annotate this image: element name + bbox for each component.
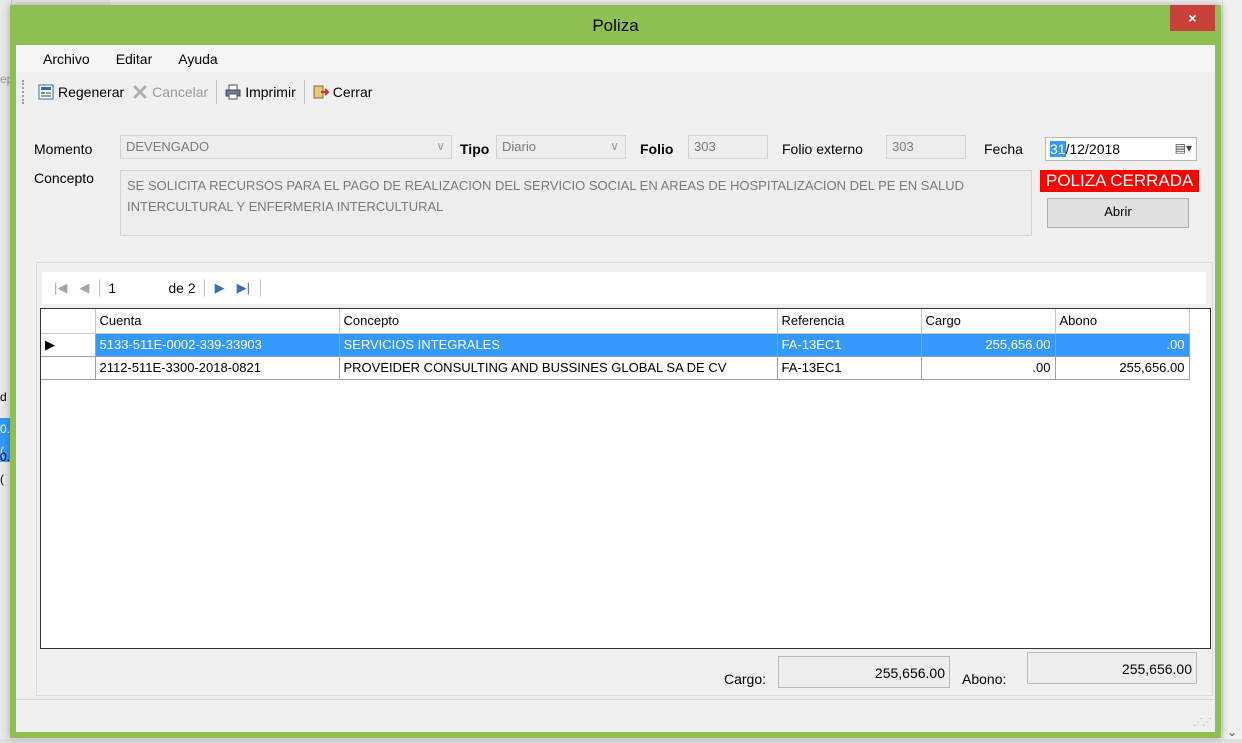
tipo-label: Tipo [460,141,490,157]
current-record-input[interactable]: 1 [104,278,164,298]
background-bottom-edge [0,739,1242,743]
chevron-down-icon[interactable]: ∨ [436,139,445,153]
imprimir-label: Imprimir [245,83,296,100]
folio-externo-field[interactable]: 303 [886,135,966,159]
menu-bar: Archivo Editar Ayuda [16,45,1215,72]
cell-concepto[interactable]: SERVICIOS INTEGRALES [339,333,778,357]
cargo-total-field: 255,656.00 [778,656,950,688]
close-document-icon [313,84,330,100]
cell-abono[interactable]: 255,656.00 [1055,356,1190,380]
table-row[interactable]: 2112-511E-3300-2018-0821 PROVEIDER CONSU… [41,356,1190,380]
folio-field[interactable]: 303 [688,135,768,159]
tipo-value: Diario [502,139,536,154]
row-indicator-icon[interactable]: ▶ [41,333,96,357]
title-bar[interactable]: Poliza × [16,5,1215,45]
status-badge: POLIZA CERRADA [1040,170,1200,192]
abono-total-value: 255,656.00 [1121,661,1192,677]
cancel-icon [132,84,148,100]
fecha-date-picker[interactable]: 31/12/2018 ▤▾ [1045,137,1197,161]
menu-editar[interactable]: Editar [103,51,166,67]
abrir-button[interactable]: Abrir [1047,198,1189,228]
cargo-total-value: 255,656.00 [874,665,945,681]
imprimir-button[interactable]: Imprimir [221,82,300,102]
regenerar-button[interactable]: Regenerar [34,82,128,102]
toolbar-grip[interactable] [22,79,26,104]
folio-externo-label: Folio externo [782,141,863,157]
toolbar: Regenerar Cancelar Imprimir Cerrar [16,72,1215,112]
resize-grip-icon[interactable]: ⋰⋰ [1193,717,1212,728]
column-header-cargo[interactable]: Cargo [921,309,1056,334]
poliza-dialog: Poliza × Archivo Editar Ayuda Regenerar [10,5,1221,738]
poliza-table: Cuenta Concepto Referencia Cargo Abono ▶… [41,309,1190,380]
momento-label: Momento [34,141,93,157]
toolbar-separator [216,79,218,104]
cell-referencia[interactable]: FA-13EC1 [777,356,922,380]
abono-total-field: 255,656.00 [1027,652,1197,684]
menu-ayuda[interactable]: Ayuda [165,51,230,67]
cancelar-label: Cancelar [152,83,209,100]
menu-archivo[interactable]: Archivo [30,51,103,67]
chevron-down-icon[interactable]: ⌄ [1227,725,1237,739]
concepto-textarea[interactable]: SE SOLICITA RECURSOS PARA EL PAGO DE REA… [120,170,1032,236]
column-header-concepto[interactable]: Concepto [339,309,778,334]
poliza-grid[interactable]: Cuenta Concepto Referencia Cargo Abono ▶… [40,308,1211,649]
table-row[interactable]: ▶ 5133-511E-0002-339-33903 SERVICIOS INT… [41,333,1190,357]
close-button[interactable]: × [1170,5,1215,31]
folio-label: Folio [640,141,674,157]
chevron-down-icon[interactable]: ∨ [610,139,619,153]
concepto-value: SE SOLICITA RECURSOS PARA EL PAGO DE REA… [127,178,965,214]
previous-record-icon[interactable]: ◀ [73,280,95,296]
row-header[interactable] [41,356,96,380]
fecha-day-selected: 31 [1050,141,1066,157]
folio-value: 303 [694,139,716,154]
record-count: de 2 [168,280,196,296]
tipo-combobox[interactable]: Diario ∨ [496,135,626,159]
fecha-rest: /12/2018 [1065,141,1121,157]
cerrar-label: Cerrar [332,83,373,100]
first-record-icon[interactable]: |◀ [48,280,73,296]
momento-combobox[interactable]: DEVENGADO ∨ [120,135,452,159]
cell-cuenta[interactable]: 2112-511E-3300-2018-0821 [95,356,340,380]
column-header-cuenta[interactable]: Cuenta [95,309,340,334]
column-header-abono[interactable]: Abono [1055,309,1190,334]
background-scrollbar[interactable]: ⌄ [1222,0,1242,743]
record-navigator: |◀ ◀ 1 de 2 ▶ ▶| [42,272,1206,304]
regenerar-label: Regenerar [58,83,125,100]
cell-referencia[interactable]: FA-13EC1 [777,333,922,357]
cancelar-button[interactable]: Cancelar [128,82,212,102]
cell-cargo[interactable]: .00 [921,356,1056,380]
navigator-separator [260,279,261,297]
cargo-total-label: Cargo: [724,671,767,687]
status-bar: ⋰⋰ [16,699,1215,732]
regenerate-icon [38,84,54,100]
column-header-referencia[interactable]: Referencia [777,309,922,334]
cell-abono[interactable]: .00 [1055,333,1190,357]
close-icon: × [1188,10,1197,26]
dialog-client-area: Archivo Editar Ayuda Regenerar Cancelar [16,45,1215,732]
totals-bar: Cargo: 255,656.00 Abono: 255,656.00 [16,650,1215,698]
navigator-separator [203,279,205,297]
window-title: Poliza [592,16,639,35]
poliza-form: Momento DEVENGADO ∨ Tipo Diario ∨ Folio … [16,112,1215,242]
folio-externo-value: 303 [892,139,914,154]
calendar-icon[interactable]: ▤▾ [1175,141,1192,155]
fecha-label: Fecha [984,141,1023,157]
abono-total-label: Abono: [962,671,1007,687]
concepto-label: Concepto [34,170,94,186]
header-row: Cuenta Concepto Referencia Cargo Abono [41,309,1190,334]
momento-value: DEVENGADO [126,139,210,154]
cerrar-button[interactable]: Cerrar [309,82,377,102]
row-header-corner [41,309,96,334]
toolbar-separator [303,79,305,104]
cell-cuenta[interactable]: 5133-511E-0002-339-33903 [95,333,340,357]
navigator-separator [99,279,101,297]
next-record-icon[interactable]: ▶ [209,280,231,296]
printer-icon [225,84,241,100]
cell-cargo[interactable]: 255,656.00 [921,333,1056,357]
last-record-icon[interactable]: ▶| [231,280,256,296]
cell-concepto[interactable]: PROVEIDER CONSULTING AND BUSSINES GLOBAL… [339,356,778,380]
